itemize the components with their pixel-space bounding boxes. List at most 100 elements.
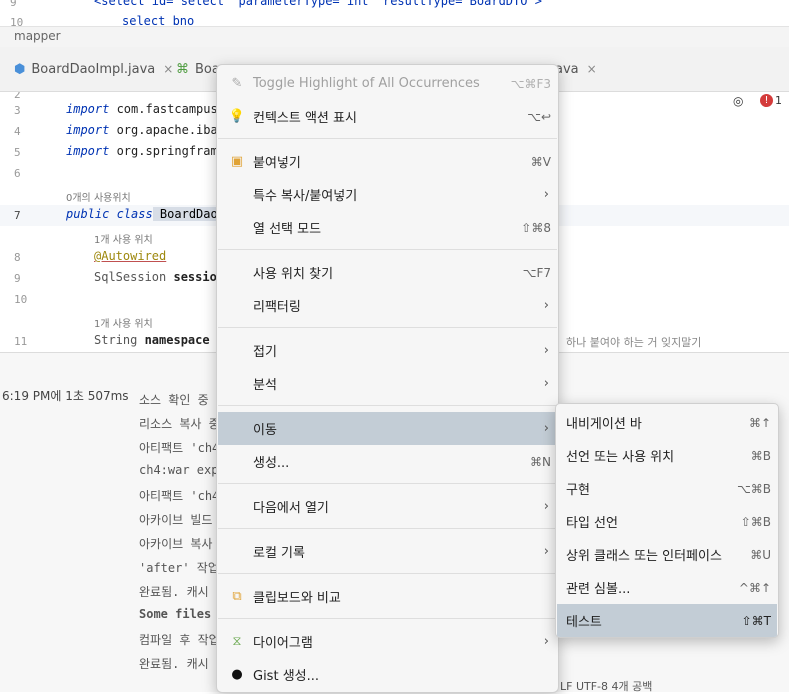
build-time: 6:19 PM에 1초 507ms xyxy=(2,389,129,403)
line-number: 10 xyxy=(10,16,24,26)
submenu-item-implementation[interactable]: 구현 ⌥⌘B xyxy=(557,472,777,505)
annotation: @Autowired xyxy=(94,249,167,263)
menu-item-create-gist[interactable]: ● Gist 생성... xyxy=(218,658,557,691)
log-line: 아카이브 복사 xyxy=(139,537,213,551)
tab-board[interactable]: ⌘ Boa xyxy=(176,47,220,91)
menu-separator xyxy=(218,618,557,619)
log-line: Some files xyxy=(139,607,212,621)
error-icon[interactable]: ! xyxy=(760,94,773,107)
close-icon[interactable]: × xyxy=(587,62,597,76)
code-line: <select id="select" parameterType="int" … xyxy=(94,0,542,8)
code-line: select bno xyxy=(122,14,195,26)
line-number: 7 xyxy=(14,209,21,222)
line-number: 8 xyxy=(14,251,21,264)
breadcrumb-item[interactable]: mapper xyxy=(14,29,61,43)
log-line: 완료됨. 캐시 저 xyxy=(139,657,227,671)
log-line: 아카이브 빌드 xyxy=(139,513,213,527)
inline-comment: 하나 붙여야 하는 거 잊지말기 xyxy=(566,336,702,349)
log-line: 아티팩트 'ch4 xyxy=(139,489,220,503)
chevron-right-icon: › xyxy=(543,544,549,559)
editor-top-strip: 9 <select id="select" parameterType="int… xyxy=(0,0,789,26)
tab-boarddaoimpl[interactable]: ⬢ BoardDaoImpl.java × xyxy=(14,47,173,91)
menu-item-toggle-highlight[interactable]: ✎ Toggle Highlight of All Occurrences ⌥⌘… xyxy=(218,67,557,100)
github-icon: ● xyxy=(231,667,243,682)
log-line: 'after' 작업 xyxy=(139,561,219,575)
menu-separator xyxy=(218,249,557,250)
code-text: com.fastcampus. xyxy=(109,102,225,116)
line-number: 5 xyxy=(14,146,21,159)
chevron-right-icon: › xyxy=(543,421,549,436)
tab-java[interactable]: ava × xyxy=(555,47,597,91)
tab-label: BoardDaoImpl.java xyxy=(31,61,156,77)
java-class-icon: ⬢ xyxy=(14,61,26,77)
chevron-right-icon: › xyxy=(543,187,549,202)
line-number: 4 xyxy=(14,125,21,138)
type-name: SqlSession xyxy=(94,270,167,284)
menu-item-paste[interactable]: ▣ 붙여넣기 ⌘V xyxy=(218,145,557,178)
log-line: 완료됨. 캐시 저 xyxy=(139,585,227,599)
eye-crossed-icon[interactable]: ◎ xyxy=(733,94,743,108)
code-text: org.springframe xyxy=(109,144,225,158)
line-number: 10 xyxy=(14,293,28,306)
log-line: 아티팩트 'ch4 xyxy=(139,441,220,455)
menu-item-column-selection[interactable]: 열 선택 모드 ⇧⌘8 xyxy=(218,211,557,244)
menu-separator xyxy=(218,573,557,574)
context-menu: ✎ Toggle Highlight of All Occurrences ⌥⌘… xyxy=(216,64,559,693)
menu-item-context-actions[interactable]: 💡 컨텍스트 액션 표시 ⌥↩ xyxy=(218,100,557,133)
menu-item-generate[interactable]: 생성... ⌘N xyxy=(218,445,557,478)
submenu-item-related-symbol[interactable]: 관련 심볼... ^⌘↑ xyxy=(557,571,777,604)
submenu-item-navigation-bar[interactable]: 내비게이션 바 ⌘↑ xyxy=(557,406,777,439)
keyword: public class xyxy=(66,207,153,221)
menu-separator xyxy=(218,405,557,406)
log-line: 컴파일 후 작업 xyxy=(139,633,220,647)
code-text: org.apache.ibat xyxy=(109,123,225,137)
goto-submenu: 내비게이션 바 ⌘↑ 선언 또는 사용 위치 ⌘B 구현 ⌥⌘B 타입 선언 ⇧… xyxy=(555,403,779,638)
menu-item-analyze[interactable]: 분석 › xyxy=(218,367,557,400)
usage-hint[interactable]: 0개의 사용위치 xyxy=(66,189,131,204)
line-number: 9 xyxy=(10,0,17,9)
line-number: 6 xyxy=(14,167,21,180)
menu-separator xyxy=(218,138,557,139)
submenu-item-test[interactable]: 테스트 ⇧⌘T xyxy=(557,604,777,637)
log-line: ch4:war exp xyxy=(139,463,219,477)
problems-count[interactable]: 1 xyxy=(775,94,782,107)
class-name: BoardDao xyxy=(152,207,218,221)
chevron-right-icon: › xyxy=(543,499,549,514)
breadcrumb[interactable]: mapper xyxy=(0,26,789,48)
usage-hint[interactable]: 1개 사용 위치 xyxy=(94,315,153,330)
chevron-right-icon: › xyxy=(543,298,549,313)
log-line: 리소스 복사 중 xyxy=(139,417,220,431)
usage-hint[interactable]: 1개 사용 위치 xyxy=(94,231,153,246)
chevron-right-icon: › xyxy=(543,634,549,649)
log-line: 소스 확인 중 xyxy=(139,393,209,407)
menu-separator xyxy=(218,327,557,328)
menu-item-goto[interactable]: 이동 › xyxy=(218,412,557,445)
submenu-item-declaration[interactable]: 선언 또는 사용 위치 ⌘B xyxy=(557,439,777,472)
keyword: import xyxy=(66,123,110,137)
chevron-right-icon: › xyxy=(543,376,549,391)
submenu-item-type-declaration[interactable]: 타입 선언 ⇧⌘B xyxy=(557,505,777,538)
menu-item-refactor[interactable]: 리팩터링 › xyxy=(218,289,557,322)
keyword: import xyxy=(66,102,110,116)
menu-separator xyxy=(218,528,557,529)
menu-item-open-in[interactable]: 다음에서 열기 › xyxy=(218,490,557,523)
structure-icon: ⌘ xyxy=(176,61,189,77)
close-icon[interactable]: × xyxy=(163,62,173,76)
submenu-item-super-method[interactable]: 상위 클래스 또는 인터페이스 ⌘U xyxy=(557,538,777,571)
menu-item-diagram[interactable]: ⧖ 다이어그램 › xyxy=(218,625,557,658)
menu-item-find-usages[interactable]: 사용 위치 찾기 ⌥F7 xyxy=(218,256,557,289)
menu-item-local-history[interactable]: 로컬 기록 › xyxy=(218,535,557,568)
menu-item-folding[interactable]: 접기 › xyxy=(218,334,557,367)
menu-item-compare-clipboard[interactable]: ⧉ 클립보드와 비교 xyxy=(218,580,557,613)
lightbulb-icon: 💡 xyxy=(228,109,246,124)
menu-separator xyxy=(218,483,557,484)
diagram-icon: ⧖ xyxy=(232,634,242,649)
compare-icon: ⧉ xyxy=(232,589,242,604)
highlight-icon: ✎ xyxy=(231,76,243,91)
keyword: import xyxy=(66,144,110,158)
status-bar[interactable]: LF UTF-8 4개 공백 xyxy=(560,678,652,694)
menu-item-special-paste[interactable]: 특수 복사/붙여넣기 › xyxy=(218,178,557,211)
chevron-right-icon: › xyxy=(543,343,549,358)
type-name: String xyxy=(94,333,138,347)
line-number: 3 xyxy=(14,104,21,117)
